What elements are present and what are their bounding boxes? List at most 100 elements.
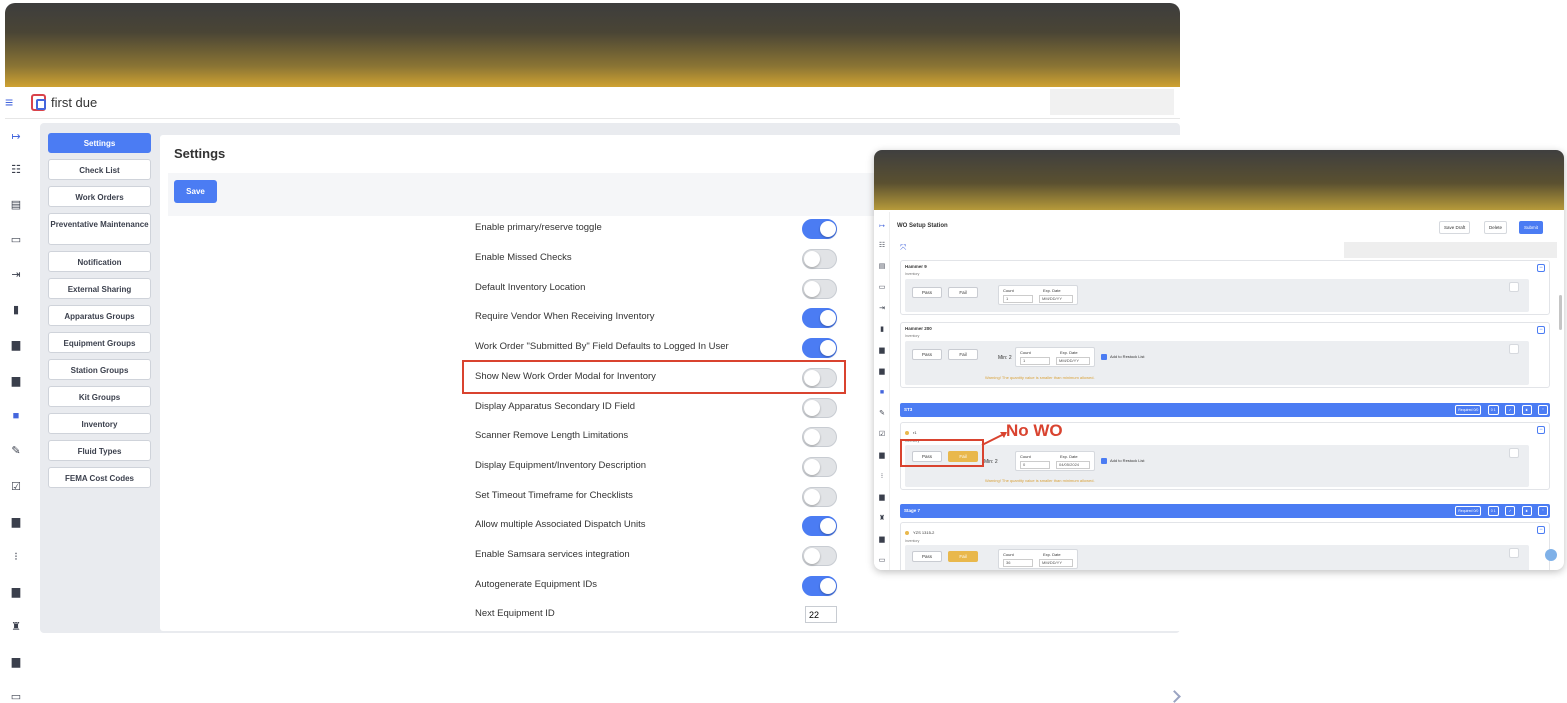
list-icon[interactable]: ⁝ <box>9 550 23 564</box>
toggle-switch[interactable] <box>802 279 837 299</box>
wrench-icon[interactable]: ✎ <box>877 409 887 419</box>
chevron-up-icon[interactable]: ⌃ <box>1538 405 1548 415</box>
toggle-switch[interactable] <box>802 487 837 507</box>
nav-notification[interactable]: Notification <box>48 251 151 272</box>
file-icon[interactable]: ▆ <box>877 451 887 461</box>
save-draft-button[interactable]: Save Draft <box>1439 221 1471 234</box>
nav-kit-groups[interactable]: Kit Groups <box>48 386 151 407</box>
collapse-icon[interactable]: − <box>1537 526 1545 534</box>
menu-icon[interactable]: ≡ <box>5 95 19 109</box>
hourglass-icon[interactable]: ⧗ <box>1521 405 1532 415</box>
add-to-restock-checkbox[interactable]: Add to Restock List <box>1101 354 1144 360</box>
card-icon[interactable]: ▭ <box>9 233 23 247</box>
thumbs-up-icon[interactable]: ✓ <box>1505 405 1516 415</box>
scrollbar[interactable] <box>1559 295 1562 330</box>
collapse-icon[interactable]: − <box>1537 326 1545 334</box>
people-icon[interactable]: ☷ <box>9 163 23 177</box>
map-icon[interactable]: ▮ <box>877 325 887 335</box>
hydrant-icon[interactable]: ♜ <box>9 620 23 634</box>
count-input[interactable]: 0 <box>1020 461 1050 469</box>
list-icon[interactable]: ⁝ <box>877 472 887 482</box>
submit-button[interactable]: Submit <box>1519 221 1544 234</box>
toggle-switch[interactable] <box>802 219 837 239</box>
group-bar-stage-7[interactable]: Stage 7 Required 0/0 0 1 ✓ ⧗ ⌃ <box>900 504 1550 518</box>
save-button[interactable]: Save <box>174 180 217 203</box>
nav-fluid-types[interactable]: Fluid Types <box>48 440 151 461</box>
file-icon[interactable]: ▆ <box>9 515 23 529</box>
exp-date-input[interactable]: MM/DD/YY <box>1056 357 1090 365</box>
collapse-icon[interactable]: − <box>1537 264 1545 272</box>
add-to-restock-checkbox[interactable]: Add to Restock List <box>1101 458 1144 464</box>
note-icon[interactable] <box>1509 344 1519 354</box>
collapse-icon[interactable]: − <box>1537 426 1545 434</box>
note-icon[interactable] <box>1509 548 1519 558</box>
clipboard-icon[interactable]: ▆ <box>9 374 23 388</box>
next-equipment-id-input[interactable] <box>805 606 837 623</box>
count-input[interactable]: 1 <box>1020 357 1050 365</box>
export-icon[interactable]: ⇥ <box>9 268 23 282</box>
nav-equipment-groups[interactable]: Equipment Groups <box>48 332 151 353</box>
fail-button[interactable]: Fail <box>948 287 978 298</box>
pass-button[interactable]: Pass <box>912 287 942 298</box>
calendar-icon[interactable]: ▤ <box>9 198 23 212</box>
clipboard-icon[interactable]: ▆ <box>877 367 887 377</box>
toggle-switch[interactable] <box>802 546 837 566</box>
toggle-switch[interactable] <box>802 427 837 447</box>
toggle-switch[interactable] <box>802 457 837 477</box>
map-icon[interactable]: ▮ <box>9 303 23 317</box>
exp-date-input[interactable]: 04/05/2024 <box>1056 461 1090 469</box>
group-bar-st3[interactable]: ST3 Required 0/0 0 1 ✓ ⧗ ⌃ <box>900 403 1550 417</box>
nav-check-list[interactable]: Check List <box>48 159 151 180</box>
count-input[interactable]: 1 <box>1003 295 1033 303</box>
collapse-sidebar-icon[interactable]: ↦ <box>877 222 887 232</box>
note-icon[interactable] <box>1509 282 1519 292</box>
nav-external-sharing[interactable]: External Sharing <box>48 278 151 299</box>
card-icon[interactable]: ▭ <box>877 283 887 293</box>
nav-work-orders[interactable]: Work Orders <box>48 186 151 207</box>
hydrant-icon[interactable]: ♜ <box>877 514 887 524</box>
building-icon[interactable]: ▆ <box>9 585 23 599</box>
note-icon[interactable] <box>1509 448 1519 458</box>
truck-icon[interactable]: ■ <box>9 409 23 423</box>
document-icon[interactable]: ▆ <box>9 338 23 352</box>
expand-icon[interactable]: ⤧ <box>900 243 911 254</box>
building-icon[interactable]: ▆ <box>877 493 887 503</box>
avatar[interactable] <box>1545 549 1557 561</box>
nav-station-groups[interactable]: Station Groups <box>48 359 151 380</box>
panel-icon[interactable]: ▭ <box>9 690 23 701</box>
book-icon[interactable]: ▆ <box>877 535 887 545</box>
toggle-switch[interactable] <box>802 249 837 269</box>
wrench-icon[interactable]: ✎ <box>9 444 23 458</box>
chevron-up-icon[interactable]: ⌃ <box>1538 506 1548 516</box>
people-icon[interactable]: ☷ <box>877 241 887 251</box>
toggle-switch[interactable] <box>802 338 837 358</box>
document-icon[interactable]: ▆ <box>877 346 887 356</box>
nav-inventory[interactable]: Inventory <box>48 413 151 434</box>
checkbox-icon[interactable]: ☑ <box>877 430 887 440</box>
export-icon[interactable]: ⇥ <box>877 304 887 314</box>
fail-button[interactable]: Fail <box>948 349 978 360</box>
panel-icon[interactable]: ▭ <box>877 556 887 566</box>
toggle-switch[interactable] <box>802 308 837 328</box>
pass-button[interactable]: Pass <box>912 349 942 360</box>
nav-fema-cost-codes[interactable]: FEMA Cost Codes <box>48 467 151 488</box>
count-input[interactable]: 36 <box>1003 559 1033 567</box>
truck-icon[interactable]: ■ <box>877 388 887 398</box>
pass-button[interactable]: Pass <box>912 551 942 562</box>
exp-date-input[interactable]: MM/DD/YY <box>1039 295 1073 303</box>
checkbox-icon[interactable]: ☑ <box>9 480 23 494</box>
toggle-switch[interactable] <box>802 576 837 596</box>
exp-date-input[interactable]: MM/DD/YY <box>1039 559 1073 567</box>
hourglass-icon[interactable]: ⧗ <box>1521 506 1532 516</box>
nav-apparatus-groups[interactable]: Apparatus Groups <box>48 305 151 326</box>
toggle-switch[interactable] <box>802 516 837 536</box>
calendar-icon[interactable]: ▤ <box>877 262 887 272</box>
collapse-sidebar-icon[interactable]: ↦ <box>9 130 23 144</box>
thumbs-up-icon[interactable]: ✓ <box>1505 506 1516 516</box>
book-icon[interactable]: ▆ <box>9 655 23 669</box>
delete-button[interactable]: Delete <box>1484 221 1508 234</box>
toggle-switch[interactable] <box>802 398 837 418</box>
nav-settings[interactable]: Settings <box>48 133 151 153</box>
nav-preventative-maintenance[interactable]: Preventative Maintenance <box>48 213 151 245</box>
fail-button[interactable]: Fail <box>948 551 978 562</box>
